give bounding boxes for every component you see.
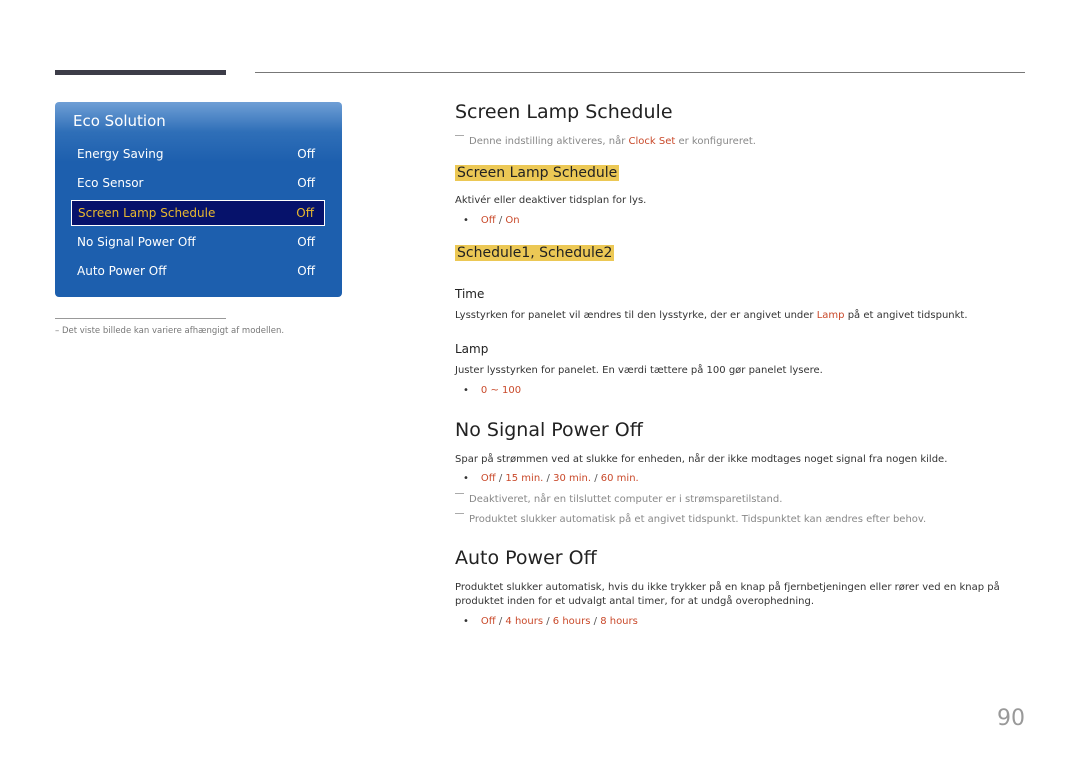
- clock-set-link: Clock Set: [628, 136, 676, 147]
- menu-item-value: Off: [297, 235, 315, 249]
- lamp-range: • 0 ~ 100: [463, 385, 521, 396]
- option: 60 min.: [600, 473, 639, 484]
- section-title-no-signal-power-off: No Signal Power Off: [455, 419, 643, 441]
- option: 30 min.: [553, 473, 592, 484]
- menu-item-value: Off: [297, 264, 315, 278]
- menu-item-screen-lamp-schedule[interactable]: Screen Lamp Schedule Off: [71, 200, 325, 226]
- note: Produktet slukker automatisk på et angiv…: [455, 513, 926, 525]
- menu-item-eco-sensor[interactable]: Eco Sensor Off: [71, 171, 325, 197]
- note-text: er konfigureret.: [675, 136, 756, 147]
- subsection-title-screen-lamp-schedule: Screen Lamp Schedule: [455, 165, 620, 181]
- note-dash-icon: [455, 135, 464, 136]
- page-number: 90: [997, 706, 1025, 731]
- time-heading: Time: [455, 287, 485, 301]
- options-list: • Off / On: [463, 215, 520, 226]
- menu-item-label: No Signal Power Off: [77, 235, 196, 249]
- options-list: • Off / 15 min. / 30 min. / 60 min.: [463, 473, 639, 484]
- note-text: Deaktiveret, når en tilsluttet computer …: [469, 494, 783, 505]
- menu-title: Eco Solution: [73, 112, 166, 130]
- menu-item-value: Off: [297, 147, 315, 161]
- note-text: Denne indstilling aktiveres, når: [469, 136, 629, 147]
- note-text: Produktet slukker automatisk på et angiv…: [469, 514, 927, 525]
- note: Denne indstilling aktiveres, når Clock S…: [455, 135, 756, 147]
- menu-item-value: Off: [296, 206, 314, 220]
- eco-solution-menu: Eco Solution Energy Saving Off Eco Senso…: [55, 102, 342, 297]
- section-title-screen-lamp-schedule: Screen Lamp Schedule: [455, 101, 673, 123]
- menu-item-label: Energy Saving: [77, 147, 164, 161]
- lamp-description: Juster lysstyrken for panelet. En værdi …: [455, 365, 823, 376]
- option: 0 ~ 100: [480, 385, 522, 396]
- bullet-icon: •: [463, 616, 469, 627]
- bullet-icon: •: [463, 473, 469, 484]
- subsection-title-schedules: Schedule1, Schedule2: [455, 245, 615, 261]
- option: On: [505, 215, 520, 226]
- options-list: • Off / 4 hours / 6 hours / 8 hours: [463, 616, 638, 627]
- footnote: – Det viste billede kan variere afhængig…: [55, 326, 285, 336]
- note: Deaktiveret, når en tilsluttet computer …: [455, 493, 782, 505]
- description: Spar på strømmen ved at slukke for enhed…: [455, 454, 948, 465]
- note-dash-icon: [455, 493, 464, 494]
- description: Aktivér eller deaktiver tidsplan for lys…: [455, 195, 647, 206]
- text: Lysstyrken for panelet vil ændres til de…: [455, 310, 817, 321]
- footnote-divider: [55, 318, 226, 319]
- option: Off: [480, 473, 496, 484]
- description-line-1: Produktet slukker automatisk, hvis du ik…: [455, 582, 1000, 593]
- option: 15 min.: [505, 473, 544, 484]
- bullet-icon: •: [463, 385, 469, 396]
- header-rule-thin: [255, 72, 1025, 73]
- option: Off: [480, 215, 496, 226]
- option: 4 hours: [505, 616, 544, 627]
- menu-item-value: Off: [297, 176, 315, 190]
- menu-item-label: Auto Power Off: [77, 264, 167, 278]
- time-description: Lysstyrken for panelet vil ændres til de…: [455, 310, 968, 321]
- section-title-auto-power-off: Auto Power Off: [455, 547, 597, 569]
- lamp-link: Lamp: [816, 310, 845, 321]
- menu-item-label: Screen Lamp Schedule: [78, 206, 216, 220]
- bullet-icon: •: [463, 215, 469, 226]
- text: på et angivet tidspunkt.: [844, 310, 968, 321]
- option: 6 hours: [552, 616, 591, 627]
- option: 8 hours: [600, 616, 638, 627]
- menu-item-label: Eco Sensor: [77, 176, 144, 190]
- header-rule-thick: [55, 70, 226, 75]
- option: Off: [480, 616, 496, 627]
- description-line-2: produktet inden for et udvalgt antal tim…: [455, 596, 815, 607]
- menu-item-energy-saving[interactable]: Energy Saving Off: [71, 142, 325, 168]
- lamp-heading: Lamp: [455, 342, 489, 356]
- menu-item-no-signal-power-off[interactable]: No Signal Power Off Off: [71, 230, 325, 256]
- menu-item-auto-power-off[interactable]: Auto Power Off Off: [71, 259, 325, 285]
- note-dash-icon: [455, 513, 464, 514]
